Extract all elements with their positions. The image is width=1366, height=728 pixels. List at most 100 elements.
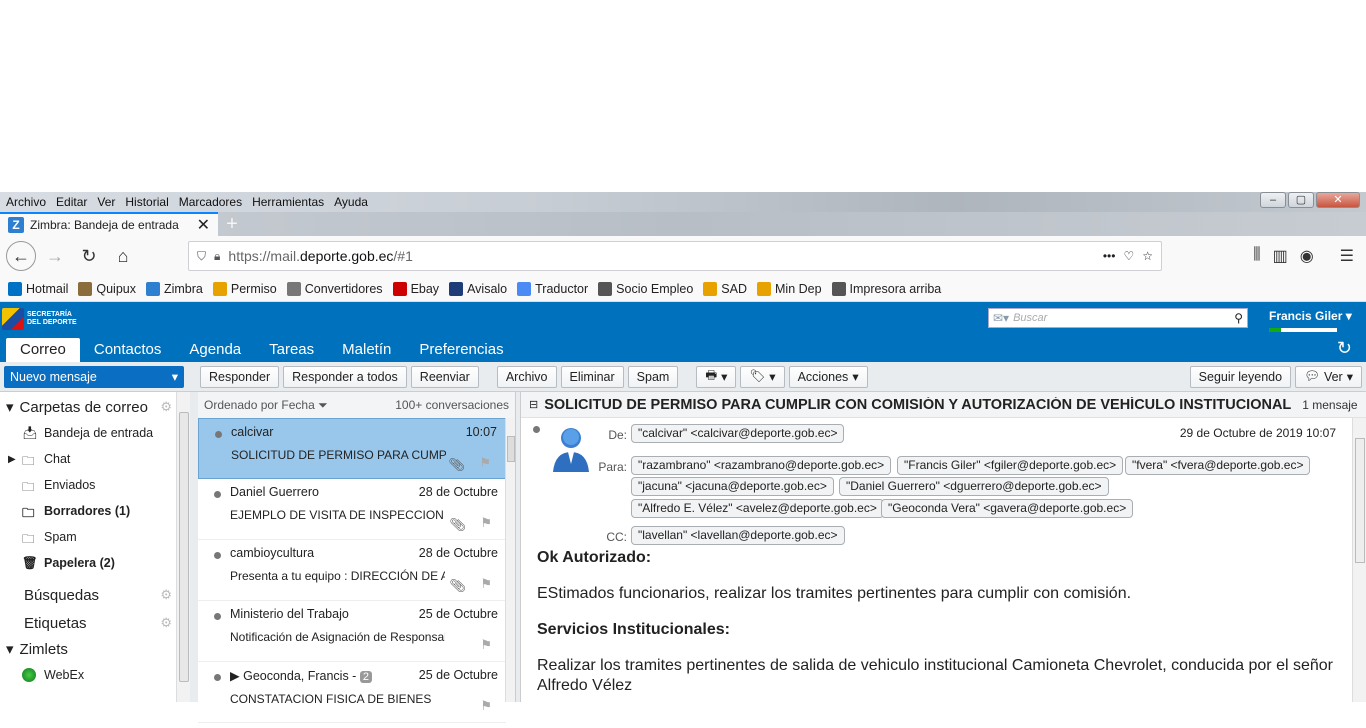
gear-icon[interactable]: ⚙	[160, 615, 172, 631]
to-address[interactable]: "Daniel Guerrero" <dguerrero@deporte.gob…	[839, 477, 1109, 496]
scroll-thumb[interactable]	[1355, 438, 1365, 563]
scroll-thumb[interactable]	[507, 436, 515, 462]
chevron-down-icon[interactable]: ▾	[172, 369, 178, 384]
unread-dot[interactable]	[214, 491, 221, 498]
message-row[interactable]: ▶ Geoconda, Francis - 2 25 de Octubre CONS…	[198, 662, 506, 723]
list-scrollbar[interactable]	[505, 418, 515, 702]
unread-dot[interactable]	[533, 426, 540, 433]
delete-button[interactable]: Eliminar	[560, 365, 624, 388]
search-box[interactable]: ✉▾ Buscar ⚲	[988, 308, 1248, 328]
message-row[interactable]: calcivar 10:07 SOLICITUD DE PERMISO PARA C…	[198, 418, 506, 479]
gear-icon[interactable]: ⚙	[160, 399, 172, 415]
expand-icon[interactable]: ▶	[230, 669, 243, 683]
hamburger-menu-icon[interactable]: ☰	[1340, 246, 1354, 266]
refresh-icon[interactable]: ↻	[1337, 338, 1352, 359]
forward-button[interactable]: Reenviar	[410, 365, 479, 388]
secretaria-logo[interactable]: SECRETARÍA DEL DEPORTE	[2, 304, 84, 334]
back-button[interactable]: ←	[6, 241, 36, 271]
bookmark-star-icon[interactable]: ☆	[1142, 249, 1153, 263]
unread-dot[interactable]	[214, 613, 221, 620]
from-address[interactable]: "calcivar" <calcivar@deporte.gob.ec>	[631, 424, 845, 443]
keep-reading-button[interactable]: Seguir leyendo	[1189, 365, 1292, 388]
print-button[interactable]: 🖶︎ ▾	[696, 365, 737, 388]
forward-button[interactable]: →	[40, 241, 70, 271]
search-icon[interactable]: ⚲	[1234, 311, 1243, 325]
url-text[interactable]: https://mail.deporte.gob.ec/#1	[228, 248, 1094, 264]
unread-dot[interactable]	[214, 674, 221, 681]
gear-icon[interactable]: ⚙	[160, 587, 172, 603]
bookmark-item[interactable]: Socio Empleo	[598, 281, 693, 296]
page-actions-icon[interactable]: •••	[1103, 249, 1116, 263]
tab-correo[interactable]: Correo	[6, 338, 80, 362]
tab-tareas[interactable]: Tareas	[255, 338, 328, 362]
archive-button[interactable]: Archivo	[496, 365, 557, 388]
view-button[interactable]: 💬︎ Ver ▾	[1295, 365, 1362, 388]
maximize-button[interactable]: ▢	[1288, 192, 1314, 208]
new-tab-button[interactable]: +	[218, 212, 246, 236]
message-row[interactable]: cambioycultura 28 de Octubre Presenta a tu…	[198, 540, 506, 601]
flag-icon[interactable]: ⚑	[480, 637, 492, 653]
bookmark-item[interactable]: Hotmail	[8, 281, 68, 296]
menu-ver[interactable]: Ver	[97, 195, 115, 209]
menu-archivo[interactable]: Archivo	[6, 195, 46, 209]
zimlet-webex[interactable]: WebEx	[0, 662, 176, 688]
folders-header[interactable]: ▾ Carpetas de correo ⚙	[0, 394, 176, 420]
tab-agenda[interactable]: Agenda	[175, 338, 255, 362]
folder-drafts[interactable]: 🗀 Borradores (1)	[0, 498, 176, 524]
reply-button[interactable]: Responder	[200, 365, 280, 388]
browser-tab[interactable]: Z Zimbra: Bandeja de entrada ✕	[0, 212, 218, 236]
menu-herramientas[interactable]: Herramientas	[252, 195, 324, 209]
folder-trash[interactable]: 🗑︎ Papelera (2)	[0, 550, 176, 576]
to-address[interactable]: "Geoconda Vera" <gavera@deporte.gob.ec>	[881, 499, 1134, 518]
bookmark-item[interactable]: Min Dep	[757, 281, 822, 296]
tab-preferencias[interactable]: Preferencias	[405, 338, 517, 362]
bookmark-item[interactable]: Ebay	[392, 281, 439, 296]
lock-icon[interactable]: 🔒︎	[214, 249, 220, 264]
flag-icon[interactable]: ⚑	[480, 576, 492, 592]
spam-button[interactable]: Spam	[627, 365, 679, 388]
scroll-thumb[interactable]	[179, 412, 189, 682]
bookmark-item[interactable]: Quipux	[78, 281, 136, 296]
minimize-button[interactable]: –	[1260, 192, 1286, 208]
searches-header[interactable]: Búsquedas ⚙	[0, 582, 176, 608]
expand-icon[interactable]: ▶	[8, 454, 16, 465]
message-row[interactable]: Ministerio del Trabajo 25 de Octubre Notif…	[198, 601, 506, 662]
to-address[interactable]: "Alfredo E. Vélez" <avelez@deporte.gob.e…	[631, 499, 884, 518]
to-address[interactable]: "razambrano" <razambrano@deporte.gob.ec>	[631, 456, 892, 475]
to-address[interactable]: "fvera" <fvera@deporte.gob.ec>	[1125, 456, 1311, 475]
tags-header[interactable]: Etiquetas ⚙	[0, 610, 176, 636]
folder-chat[interactable]: ▶ 🗀 Chat	[0, 446, 176, 472]
bookmark-item[interactable]: Zimbra	[145, 281, 203, 296]
mail-search-type-icon[interactable]: ✉▾	[993, 311, 1009, 325]
sort-by-date[interactable]: Ordenado por Fecha ⏷	[204, 398, 328, 413]
sidebar-icon[interactable]: ▥	[1273, 246, 1288, 266]
flag-icon[interactable]: ⚑	[480, 698, 492, 714]
folder-spam[interactable]: 🗀 Spam	[0, 524, 176, 550]
bookmark-item[interactable]: Impresora arriba	[831, 281, 941, 296]
tag-button[interactable]: 🏷︎ ▾	[740, 365, 785, 388]
cc-address[interactable]: "lavellan" <lavellan@deporte.gob.ec>	[631, 526, 845, 545]
tab-contactos[interactable]: Contactos	[80, 338, 176, 362]
shield-icon[interactable]: ⛉	[197, 249, 206, 264]
menu-historial[interactable]: Historial	[125, 195, 168, 209]
account-icon[interactable]: ◉	[1300, 246, 1314, 266]
reply-all-button[interactable]: Responder a todos	[283, 365, 407, 388]
unread-dot[interactable]	[215, 431, 222, 438]
bookmark-item[interactable]: Traductor	[517, 281, 588, 296]
to-address[interactable]: "Francis Giler" <fgiler@deporte.gob.ec>	[897, 456, 1124, 475]
close-tab-icon[interactable]: ✕	[197, 215, 210, 235]
user-menu[interactable]: Francis Giler ▾	[1269, 309, 1352, 323]
menu-editar[interactable]: Editar	[56, 195, 87, 209]
new-message-button[interactable]: Nuevo mensaje ▾	[4, 365, 184, 388]
folder-scrollbar[interactable]	[176, 392, 190, 702]
bookmark-item[interactable]: Convertidores	[286, 281, 383, 296]
actions-button[interactable]: Acciones ▾	[788, 365, 868, 388]
reader-scrollbar[interactable]	[1352, 418, 1366, 702]
menu-marcadores[interactable]: Marcadores	[179, 195, 242, 209]
bookmark-item[interactable]: Permiso	[212, 281, 277, 296]
message-row[interactable]: Daniel Guerrero 28 de Octubre EJEMPLO DE V…	[198, 479, 506, 540]
zimlets-header[interactable]: ▾ Zimlets	[0, 636, 176, 662]
close-window-button[interactable]: ✕	[1316, 192, 1360, 208]
collapse-icon[interactable]: ⊟	[529, 398, 538, 411]
url-bar[interactable]: ⛉ 🔒︎ https://mail.deporte.gob.ec/#1 ••• …	[188, 241, 1162, 271]
